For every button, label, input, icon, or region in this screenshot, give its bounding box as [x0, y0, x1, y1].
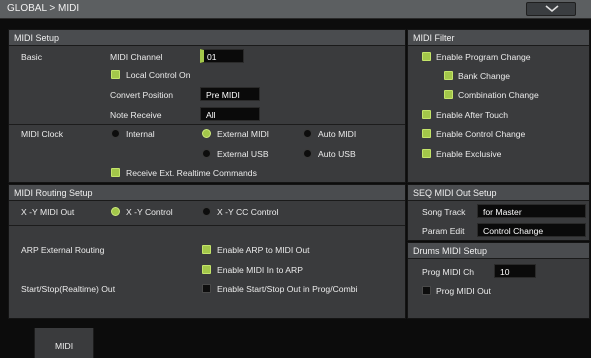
midi-filter-heading: MIDI Filter	[408, 30, 589, 46]
enable-arp-to-midi-label: Enable ARP to MIDI Out	[217, 245, 310, 255]
enable-arp-to-midi-checkbox[interactable]	[202, 245, 211, 254]
combination-change-label: Combination Change	[458, 90, 539, 100]
bank-change-checkbox[interactable]	[444, 71, 453, 80]
clock-internal-label: Internal	[126, 129, 155, 139]
clock-external-usb-radio[interactable]	[202, 149, 211, 158]
param-edit-label: Param Edit	[422, 226, 465, 236]
midi-filter-panel: MIDI Filter Enable Program Change Bank C…	[407, 29, 590, 183]
enable-start-stop-label: Enable Start/Stop Out in Prog/Combi	[217, 284, 358, 294]
combination-change-checkbox[interactable]	[444, 90, 453, 99]
clock-auto-midi-radio[interactable]	[303, 129, 312, 138]
note-receive-label: Note Receive	[110, 110, 162, 120]
convert-position-label: Convert Position	[110, 90, 174, 100]
drums-midi-panel: Drums MIDI Setup Prog MIDI Ch 10 Prog MI…	[407, 242, 590, 319]
param-edit-field[interactable]: Control Change	[477, 223, 586, 237]
local-control-label: Local Control On	[126, 70, 191, 80]
start-stop-out-label: Start/Stop(Realtime) Out	[21, 284, 116, 294]
midi-setup-heading: MIDI Setup	[9, 30, 405, 46]
clock-external-midi-radio[interactable]	[202, 129, 211, 138]
arp-external-routing-label: ARP External Routing	[21, 245, 105, 255]
note-receive-field[interactable]: All	[200, 107, 260, 121]
midi-channel-label: MIDI Channel	[110, 52, 163, 62]
prog-midi-ch-label: Prog MIDI Ch	[422, 267, 475, 277]
enable-midi-to-arp-checkbox[interactable]	[202, 265, 211, 274]
seq-midi-out-heading: SEQ MIDI Out Setup	[408, 185, 589, 201]
local-control-checkbox[interactable]	[111, 70, 120, 79]
clock-internal-radio[interactable]	[111, 129, 120, 138]
xy-midi-out-label: X -Y MIDI Out	[21, 207, 75, 217]
tab-bar: MIDI	[0, 328, 591, 358]
enable-program-change-label: Enable Program Change	[436, 52, 531, 62]
prog-midi-out-checkbox[interactable]	[422, 286, 431, 295]
prog-midi-out-label: Prog MIDI Out	[436, 286, 491, 296]
drums-midi-heading: Drums MIDI Setup	[408, 243, 589, 259]
enable-midi-to-arp-label: Enable MIDI In to ARP	[217, 265, 303, 275]
midi-routing-heading: MIDI Routing Setup	[9, 185, 405, 201]
divider	[9, 124, 405, 125]
page-menu-button[interactable]	[526, 2, 576, 16]
receive-ext-realtime-label: Receive Ext. Realtime Commands	[126, 168, 257, 178]
enable-after-touch-checkbox[interactable]	[422, 110, 431, 119]
enable-exclusive-checkbox[interactable]	[422, 149, 431, 158]
clock-auto-usb-label: Auto USB	[318, 149, 356, 159]
convert-position-field[interactable]: Pre MIDI	[200, 87, 260, 101]
divider	[9, 225, 405, 226]
xy-cc-control-label: X -Y CC Control	[217, 207, 279, 217]
receive-ext-realtime-checkbox[interactable]	[111, 168, 120, 177]
song-track-label: Song Track	[422, 207, 466, 217]
song-track-field[interactable]: for Master	[477, 204, 586, 218]
seq-midi-out-panel: SEQ MIDI Out Setup Song Track for Master…	[407, 184, 590, 241]
prog-midi-ch-field[interactable]: 10	[494, 264, 536, 278]
clock-auto-usb-radio[interactable]	[303, 149, 312, 158]
clock-external-usb-label: External USB	[217, 149, 269, 159]
clock-auto-midi-label: Auto MIDI	[318, 129, 357, 139]
midi-clock-label: MIDI Clock	[21, 129, 64, 139]
enable-control-change-checkbox[interactable]	[422, 129, 431, 138]
midi-channel-field[interactable]: 01	[200, 49, 244, 63]
enable-start-stop-checkbox[interactable]	[202, 284, 211, 293]
midi-setup-panel: MIDI Setup Basic MIDI Channel 01 Local C…	[8, 29, 406, 183]
enable-after-touch-label: Enable After Touch	[436, 110, 508, 120]
title-bar: GLOBAL > MIDI	[0, 0, 591, 19]
xy-control-label: X -Y Control	[126, 207, 173, 217]
bank-change-label: Bank Change	[458, 71, 511, 81]
clock-external-midi-label: External MIDI	[217, 129, 270, 139]
enable-program-change-checkbox[interactable]	[422, 52, 431, 61]
page-title: GLOBAL > MIDI	[7, 3, 80, 14]
midi-routing-panel: MIDI Routing Setup X -Y MIDI Out X -Y Co…	[8, 184, 406, 319]
enable-exclusive-label: Enable Exclusive	[436, 149, 502, 159]
chevron-down-icon	[545, 5, 559, 13]
basic-label: Basic	[21, 52, 43, 62]
tab-midi-label: MIDI	[55, 341, 74, 351]
xy-cc-control-radio[interactable]	[202, 207, 211, 216]
enable-control-change-label: Enable Control Change	[436, 129, 526, 139]
xy-control-radio[interactable]	[111, 207, 120, 216]
tab-midi[interactable]: MIDI	[34, 328, 94, 358]
